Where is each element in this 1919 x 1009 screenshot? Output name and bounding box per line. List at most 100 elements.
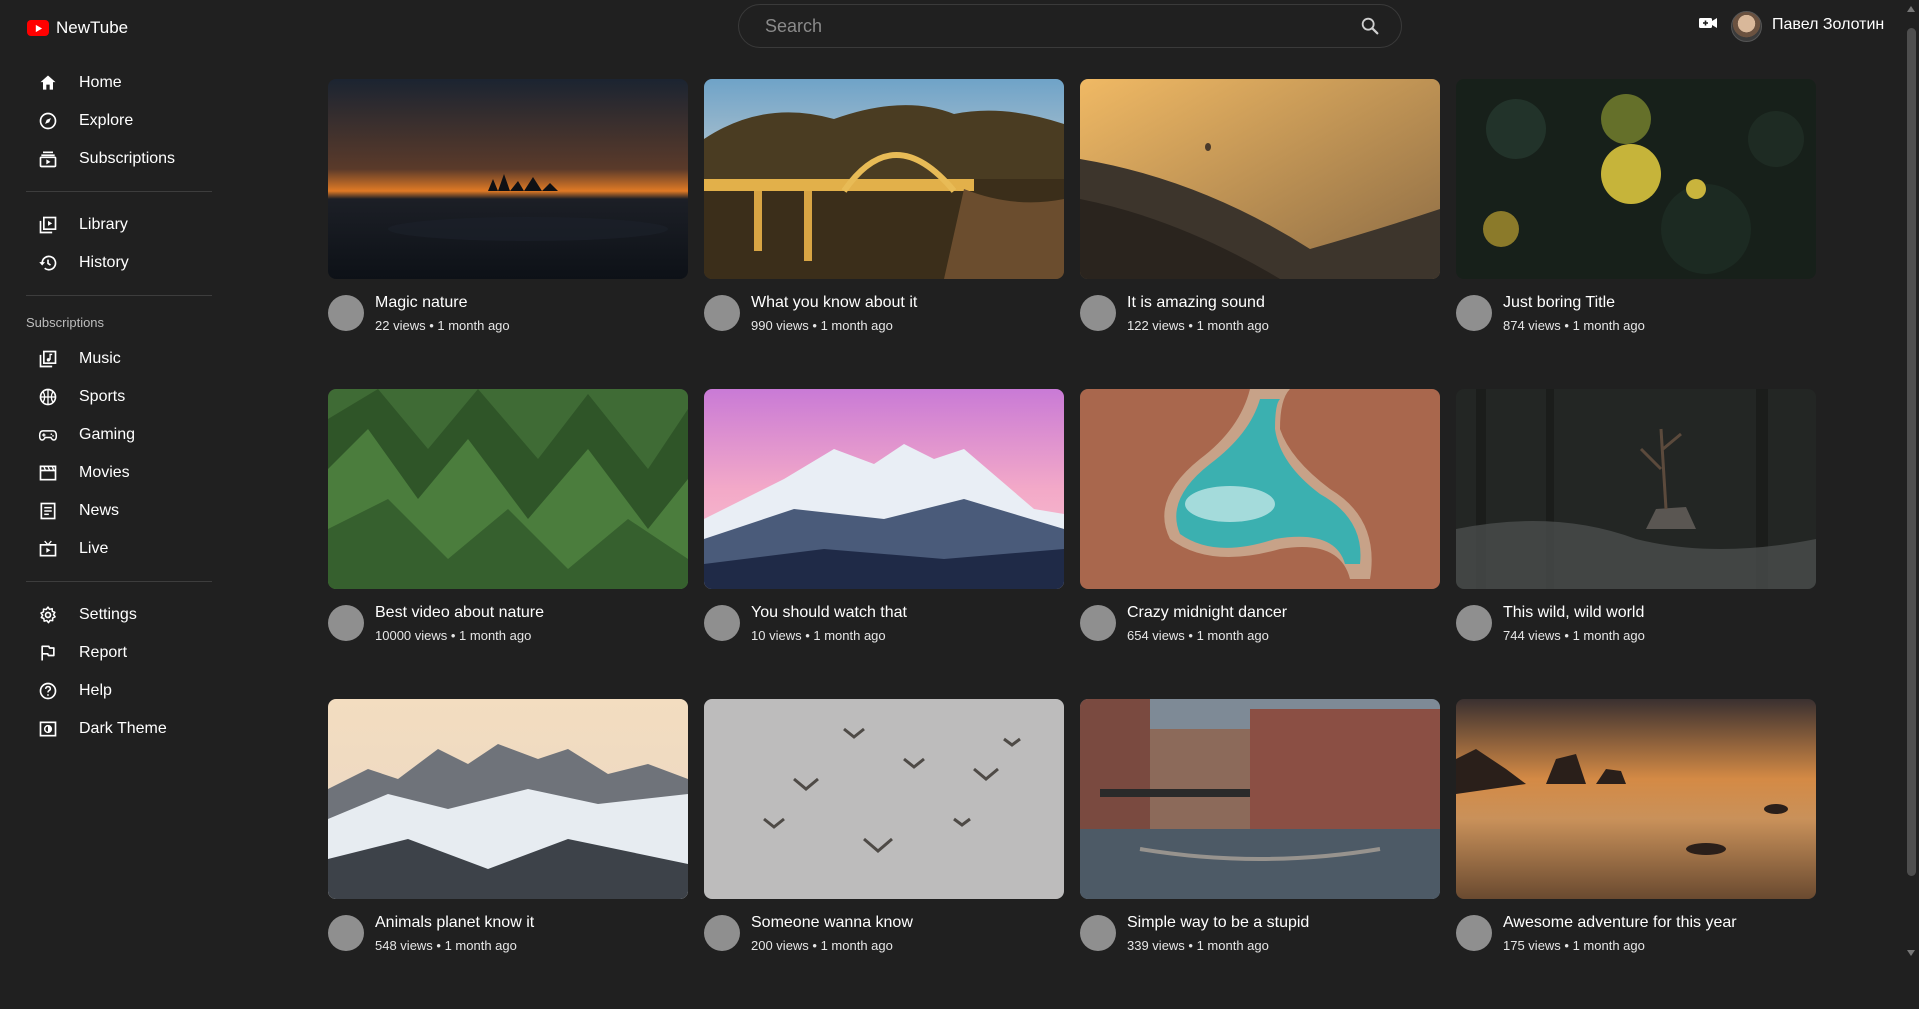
video-title[interactable]: Animals planet know it (375, 913, 534, 933)
sidebar-item-label: Home (79, 74, 122, 91)
sidebar-item-history[interactable]: History (26, 244, 212, 282)
video-card[interactable]: You should watch that 10 views • 1 month… (704, 389, 1064, 699)
search-bar (738, 4, 1402, 48)
channel-avatar[interactable] (704, 915, 740, 951)
video-stats: 874 views • 1 month ago (1503, 318, 1645, 333)
video-stats: 744 views • 1 month ago (1503, 628, 1645, 643)
channel-avatar[interactable] (1456, 605, 1492, 641)
video-title[interactable]: Just boring Title (1503, 293, 1645, 313)
sidebar-item-sports[interactable]: Sports (26, 378, 212, 416)
sidebar-item-label: Gaming (79, 426, 136, 443)
sidebar-item-label: Dark Theme (79, 720, 167, 737)
app-logo[interactable]: NewTube (27, 18, 128, 38)
video-card[interactable]: Animals planet know it 548 views • 1 mon… (328, 699, 688, 1009)
video-card[interactable]: Someone wanna know 200 views • 1 month a… (704, 699, 1064, 1009)
channel-avatar[interactable] (1080, 605, 1116, 641)
compass-icon (38, 111, 58, 131)
video-title[interactable]: Simple way to be a stupid (1127, 913, 1309, 933)
sidebar-item-music[interactable]: Music (26, 340, 212, 378)
sidebar-divider (26, 295, 212, 296)
video-title[interactable]: Best video about nature (375, 603, 544, 623)
sidebar-item-help[interactable]: Help (26, 672, 212, 710)
sidebar-item-movies[interactable]: Movies (26, 454, 212, 492)
sidebar-item-explore[interactable]: Explore (26, 102, 212, 140)
video-thumbnail[interactable] (1456, 389, 1816, 589)
channel-avatar[interactable] (1080, 295, 1116, 331)
video-thumbnail[interactable] (328, 79, 688, 279)
video-stats: 10000 views • 1 month ago (375, 628, 532, 643)
page-scrollbar-thumb[interactable] (1907, 28, 1916, 876)
video-thumbnail[interactable] (704, 79, 1064, 279)
video-thumbnail[interactable] (1456, 79, 1816, 279)
sidebar-item-live[interactable]: Live (26, 530, 212, 568)
sidebar: Home Explore Subscriptions Library Histo… (26, 64, 212, 748)
search-input[interactable] (739, 14, 1359, 38)
channel-avatar[interactable] (704, 605, 740, 641)
channel-avatar[interactable] (1456, 295, 1492, 331)
sidebar-item-dark-theme[interactable]: Dark Theme (26, 710, 212, 748)
sidebar-item-label: Help (79, 682, 112, 699)
video-title[interactable]: Crazy midnight dancer (1127, 603, 1287, 623)
sidebar-item-report[interactable]: Report (26, 634, 212, 672)
channel-avatar[interactable] (328, 915, 364, 951)
channel-avatar[interactable] (1456, 915, 1492, 951)
video-card[interactable]: Crazy midnight dancer 654 views • 1 mont… (1080, 389, 1440, 699)
video-thumbnail[interactable] (1080, 699, 1440, 899)
sidebar-item-label: Settings (79, 606, 137, 623)
video-card[interactable]: Simple way to be a stupid 339 views • 1 … (1080, 699, 1440, 1009)
video-thumbnail[interactable] (1080, 389, 1440, 589)
video-card[interactable]: This wild, wild world 744 views • 1 mont… (1456, 389, 1816, 699)
video-thumbnail[interactable] (1080, 79, 1440, 279)
sidebar-item-label: Movies (79, 464, 130, 481)
create-video-icon[interactable] (1698, 15, 1718, 31)
video-card[interactable]: Awesome adventure for this year 175 view… (1456, 699, 1816, 1009)
video-thumbnail[interactable] (704, 699, 1064, 899)
video-title[interactable]: It is amazing sound (1127, 293, 1269, 313)
sidebar-item-news[interactable]: News (26, 492, 212, 530)
sidebar-item-label: Subscriptions (79, 150, 176, 167)
sidebar-item-label: Library (79, 216, 128, 233)
channel-avatar[interactable] (328, 295, 364, 331)
video-card[interactable]: Best video about nature 10000 views • 1 … (328, 389, 688, 699)
channel-avatar[interactable] (328, 605, 364, 641)
video-thumbnail[interactable] (328, 389, 688, 589)
video-title[interactable]: Someone wanna know (751, 913, 913, 933)
news-icon (38, 501, 58, 521)
video-title[interactable]: Awesome adventure for this year (1503, 913, 1737, 933)
video-card[interactable]: It is amazing sound 122 views • 1 month … (1080, 79, 1440, 389)
video-stats: 200 views • 1 month ago (751, 938, 893, 953)
video-card[interactable]: What you know about it 990 views • 1 mon… (704, 79, 1064, 389)
sidebar-item-settings[interactable]: Settings (26, 596, 212, 634)
video-thumbnail[interactable] (328, 699, 688, 899)
video-thumbnail[interactable] (704, 389, 1064, 589)
live-icon (38, 539, 58, 559)
video-grid: Magic nature 22 views • 1 month ago What (328, 79, 1816, 1009)
theme-icon (38, 719, 58, 739)
sidebar-item-library[interactable]: Library (26, 206, 212, 244)
video-title[interactable]: Magic nature (375, 293, 510, 313)
video-title[interactable]: You should watch that (751, 603, 907, 623)
flag-icon (38, 643, 58, 663)
video-card[interactable]: Magic nature 22 views • 1 month ago (328, 79, 688, 389)
sidebar-item-subscriptions[interactable]: Subscriptions (26, 140, 212, 178)
video-stats: 175 views • 1 month ago (1503, 938, 1645, 953)
sidebar-item-home[interactable]: Home (26, 64, 212, 102)
library-icon (38, 215, 58, 235)
video-stats: 339 views • 1 month ago (1127, 938, 1269, 953)
scroll-up-arrow-icon[interactable] (1907, 6, 1915, 12)
video-thumbnail[interactable] (1456, 699, 1816, 899)
channel-avatar[interactable] (1080, 915, 1116, 951)
video-title[interactable]: What you know about it (751, 293, 917, 313)
sidebar-item-gaming[interactable]: Gaming (26, 416, 212, 454)
channel-avatar[interactable] (704, 295, 740, 331)
movies-icon (38, 463, 58, 483)
gaming-icon (38, 425, 58, 445)
scroll-down-arrow-icon[interactable] (1907, 950, 1915, 956)
user-avatar[interactable] (1731, 11, 1762, 42)
video-title[interactable]: This wild, wild world (1503, 603, 1645, 623)
gear-icon (38, 605, 58, 625)
user-name[interactable]: Павел Золотин (1772, 16, 1884, 34)
play-logo-icon (27, 20, 49, 36)
video-card[interactable]: Just boring Title 874 views • 1 month ag… (1456, 79, 1816, 389)
search-icon[interactable] (1359, 15, 1381, 37)
